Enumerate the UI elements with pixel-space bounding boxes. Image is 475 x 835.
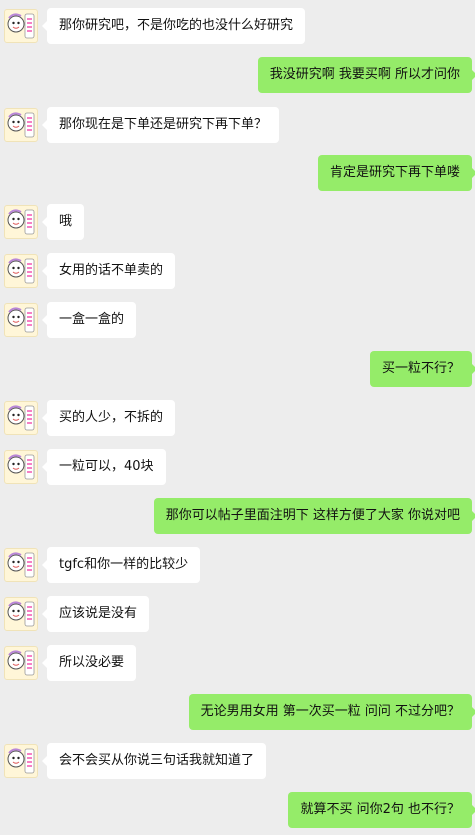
message-bubble-incoming[interactable]: 那你研究吧，不是你吃的也没什么好研究 [41, 8, 306, 44]
contact-avatar-icon[interactable] [4, 744, 38, 778]
contact-avatar-icon[interactable] [4, 450, 38, 484]
message-bubble-incoming[interactable]: 那你现在是下单还是研究下再下单？ [41, 107, 280, 143]
message-bubble-incoming[interactable]: 哦 [41, 204, 85, 240]
message-row-incoming: 应该说是没有 [0, 594, 475, 634]
message-row-incoming: 一粒可以，40块 [0, 447, 475, 487]
contact-avatar-icon[interactable] [4, 303, 38, 337]
message-row-incoming: 那你现在是下单还是研究下再下单？ [0, 105, 475, 145]
message-row-outgoing: 那你可以帖子里面注明下 这样方便了大家 你说对吧 [0, 496, 475, 536]
contact-avatar-icon[interactable] [4, 108, 38, 142]
message-bubble-outgoing[interactable]: 就算不买 问你2句 也不行？ [288, 792, 475, 828]
message-bubble-incoming[interactable]: tgfc和你一样的比较少 [41, 547, 201, 583]
message-row-incoming: 女用的话不单卖的 [0, 251, 475, 291]
message-bubble-outgoing[interactable]: 无论男用女用 第一次买一粒 问问 不过分吧？ [188, 694, 475, 730]
chat-message-list[interactable]: 那你研究吧，不是你吃的也没什么好研究 我没研究啊 我要买啊 所以才问你 那你现在… [0, 0, 475, 835]
message-bubble-incoming[interactable]: 女用的话不单卖的 [41, 253, 176, 289]
message-row-outgoing: 肯定是研究下再下单喽 [0, 153, 475, 193]
contact-avatar-icon[interactable] [4, 205, 38, 239]
message-bubble-incoming[interactable]: 会不会买从你说三句话我就知道了 [41, 743, 267, 779]
message-row-outgoing: 就算不买 问你2句 也不行？ [0, 790, 475, 830]
message-row-incoming: 所以没必要 [0, 643, 475, 683]
message-bubble-incoming[interactable]: 应该说是没有 [41, 596, 150, 632]
message-row-outgoing: 我没研究啊 我要买啊 所以才问你 [0, 55, 475, 95]
contact-avatar-icon[interactable] [4, 401, 38, 435]
message-bubble-incoming[interactable]: 买的人少，不拆的 [41, 400, 176, 436]
message-bubble-outgoing[interactable]: 肯定是研究下再下单喽 [317, 155, 475, 191]
message-bubble-incoming[interactable]: 所以没必要 [41, 645, 137, 681]
message-row-incoming: 会不会买从你说三句话我就知道了 [0, 741, 475, 781]
message-row-incoming: 买的人少，不拆的 [0, 398, 475, 438]
message-row-incoming: 那你研究吧，不是你吃的也没什么好研究 [0, 6, 475, 46]
message-bubble-outgoing[interactable]: 那你可以帖子里面注明下 这样方便了大家 你说对吧 [153, 498, 475, 534]
contact-avatar-icon[interactable] [4, 9, 38, 43]
message-row-incoming: 哦 [0, 202, 475, 242]
message-row-outgoing: 无论男用女用 第一次买一粒 问问 不过分吧？ [0, 692, 475, 732]
contact-avatar-icon[interactable] [4, 646, 38, 680]
contact-avatar-icon[interactable] [4, 597, 38, 631]
message-row-incoming: tgfc和你一样的比较少 [0, 545, 475, 585]
message-row-incoming: 一盒一盒的 [0, 300, 475, 340]
contact-avatar-icon[interactable] [4, 548, 38, 582]
message-bubble-outgoing[interactable]: 我没研究啊 我要买啊 所以才问你 [257, 57, 475, 93]
message-row-outgoing: 买一粒不行？ [0, 349, 475, 389]
message-bubble-outgoing[interactable]: 买一粒不行？ [369, 351, 475, 387]
message-bubble-incoming[interactable]: 一粒可以，40块 [42, 449, 166, 485]
contact-avatar-icon[interactable] [4, 254, 38, 288]
message-bubble-incoming[interactable]: 一盒一盒的 [41, 302, 137, 338]
